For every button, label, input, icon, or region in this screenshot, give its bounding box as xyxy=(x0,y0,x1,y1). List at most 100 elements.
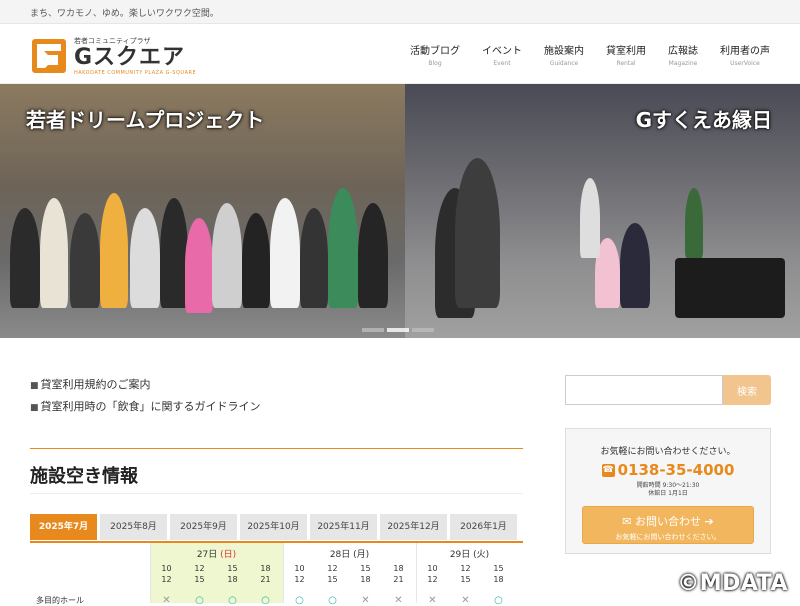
arrow-right-icon: ➔ xyxy=(701,515,714,528)
time-slot: 1012 xyxy=(283,563,316,585)
g-logo-icon xyxy=(32,39,66,73)
available-mark[interactable]: ○ xyxy=(316,595,349,606)
search-form: 検索 xyxy=(565,375,771,405)
hero-right-title: Gすくえあ縁日 xyxy=(636,104,772,133)
available-mark[interactable]: ○ xyxy=(216,595,249,606)
time-slot: 1215 xyxy=(316,563,349,585)
month-tabs: 2025年7月 2025年8月 2025年9月 2025年10月 2025年11… xyxy=(30,514,520,540)
copyright-watermark: ©MDATA xyxy=(677,571,788,596)
site-tagline: まち、ワカモノ、ゆめ。楽しいワクワク空間。 xyxy=(0,0,800,24)
logo-subtitle: HAKODATE COMMUNITY PLAZA G-SQUARE xyxy=(74,70,196,76)
tab-month-2025-11[interactable]: 2025年11月 xyxy=(310,514,377,540)
time-slot: 1012 xyxy=(150,563,183,585)
main-nav: 活動ブログ Blog イベント Event 施設案内 Guidance 貸室利用… xyxy=(388,42,770,67)
day-date: 29日 xyxy=(450,550,470,560)
tab-month-2025-10[interactable]: 2025年10月 xyxy=(240,514,307,540)
availability-calendar: 27日 (日) 28日 (月) 29日 (火) 1012 1215 1518 1… xyxy=(30,541,523,601)
site-logo[interactable]: 若者コミュニティプラザ Gスクエア HAKODATE COMMUNITY PLA… xyxy=(32,36,196,76)
tab-month-2025-12[interactable]: 2025年12月 xyxy=(380,514,447,540)
unavailable-mark: ✕ xyxy=(382,595,415,606)
contact-box: お気軽にお問い合わせください。 ☎0138-35-4000 開館時間 9:30～… xyxy=(565,428,771,554)
contact-button-label: ✉ お問い合わせ ➔ xyxy=(583,513,753,529)
tab-month-2025-07[interactable]: 2025年7月 xyxy=(30,514,97,540)
day-weekday: (火) xyxy=(473,550,489,560)
phone-number: 0138-35-4000 xyxy=(618,461,735,479)
nav-guidance[interactable]: 施設案内 Guidance xyxy=(544,42,584,67)
search-button[interactable]: 検索 xyxy=(723,375,771,405)
search-input[interactable] xyxy=(565,375,723,405)
nav-rental[interactable]: 貸室利用 Rental xyxy=(606,42,646,67)
contact-button[interactable]: ✉ お問い合わせ ➔ お気軽にお問い合わせください。 xyxy=(582,506,754,544)
calendar-day-header: 28日 (月) xyxy=(283,547,416,560)
room-label: 多目的ホール xyxy=(36,595,84,606)
availability-title: 施設空き情報 xyxy=(30,462,138,488)
slider-dot[interactable] xyxy=(362,328,384,332)
title-rule xyxy=(30,493,523,494)
calendar-day-header: 29日 (火) xyxy=(416,547,523,560)
hero-left-title: 若者ドリームプロジェクト xyxy=(26,104,264,133)
mail-icon: ✉ xyxy=(622,515,635,528)
nav-event[interactable]: イベント Event xyxy=(482,42,522,67)
nav-label: 活動ブログ xyxy=(410,42,460,57)
contact-button-sub: お気軽にお問い合わせください。 xyxy=(583,532,753,542)
logo-text: 若者コミュニティプラザ Gスクエア HAKODATE COMMUNITY PLA… xyxy=(74,36,196,76)
tab-month-2025-09[interactable]: 2025年9月 xyxy=(170,514,237,540)
tab-month-2026-01[interactable]: 2026年1月 xyxy=(450,514,517,540)
time-slot: 1821 xyxy=(249,563,282,585)
closed-days-text: 休館日 1月1日 xyxy=(566,490,770,498)
nav-sublabel: Rental xyxy=(606,60,646,67)
tab-month-2025-08[interactable]: 2025年8月 xyxy=(100,514,167,540)
group-photo xyxy=(0,168,405,318)
unavailable-mark: ✕ xyxy=(150,595,183,606)
unavailable-mark: ✕ xyxy=(349,595,382,606)
logo-name: Gスクエア xyxy=(74,46,196,70)
nav-sublabel: Blog xyxy=(410,60,460,67)
available-mark[interactable]: ○ xyxy=(183,595,216,606)
time-slot: 1518 xyxy=(349,563,382,585)
section-divider xyxy=(30,448,523,449)
slider-pagination xyxy=(362,328,437,332)
day-date: 27日 xyxy=(197,550,217,560)
nav-label: 貸室利用 xyxy=(606,42,646,57)
rental-terms-link[interactable]: 貸室利用規約のご案内 xyxy=(30,376,261,392)
calendar-day-header: 27日 (日) xyxy=(150,547,283,560)
slider-dot-active[interactable] xyxy=(387,328,409,332)
unavailable-mark: ✕ xyxy=(449,595,482,606)
time-slot: 1518 xyxy=(482,563,515,585)
hours-text: 開館時間 9:30～21:30 xyxy=(566,482,770,490)
nav-sublabel: Event xyxy=(482,60,522,67)
time-slot: 1518 xyxy=(216,563,249,585)
time-slot: 1215 xyxy=(449,563,482,585)
contact-phone[interactable]: ☎0138-35-4000 xyxy=(566,461,770,479)
contact-lead: お気軽にお問い合わせください。 xyxy=(566,444,770,457)
available-mark[interactable]: ○ xyxy=(283,595,316,606)
nav-uservoice[interactable]: 利用者の声 UserVoice xyxy=(720,42,770,67)
day-weekday: (月) xyxy=(353,550,369,560)
nav-sublabel: UserVoice xyxy=(720,60,770,67)
nav-sublabel: Magazine xyxy=(668,60,698,67)
unavailable-mark: ✕ xyxy=(416,595,449,606)
nav-label: 利用者の声 xyxy=(720,42,770,57)
time-slot: 1821 xyxy=(382,563,415,585)
hero-slider[interactable]: 若者ドリームプロジェクト Gすくえあ縁日 xyxy=(0,84,800,338)
phone-icon: ☎ xyxy=(602,464,615,477)
food-guideline-link[interactable]: 貸室利用時の「飲食」に関するガイドライン xyxy=(30,398,261,414)
nav-magazine[interactable]: 広報誌 Magazine xyxy=(668,42,698,67)
available-mark[interactable]: ○ xyxy=(482,595,515,606)
hero-slide-dream-project[interactable]: 若者ドリームプロジェクト xyxy=(0,84,405,338)
available-mark[interactable]: ○ xyxy=(249,595,282,606)
time-slot: 1215 xyxy=(183,563,216,585)
nav-blog[interactable]: 活動ブログ Blog xyxy=(410,42,460,67)
nav-label: イベント xyxy=(482,42,522,57)
time-slot: 1012 xyxy=(416,563,449,585)
day-weekday: (日) xyxy=(220,550,236,560)
day-date: 28日 xyxy=(330,550,350,560)
slider-dot[interactable] xyxy=(412,328,434,332)
hero-slide-ennichi[interactable]: Gすくえあ縁日 xyxy=(405,84,800,338)
notice-links: 貸室利用規約のご案内 貸室利用時の「飲食」に関するガイドライン xyxy=(30,376,261,420)
nav-sublabel: Guidance xyxy=(544,60,584,67)
nav-label: 施設案内 xyxy=(544,42,584,57)
nav-label: 広報誌 xyxy=(668,42,698,57)
site-header: 若者コミュニティプラザ Gスクエア HAKODATE COMMUNITY PLA… xyxy=(0,24,800,84)
event-photo xyxy=(405,168,800,318)
